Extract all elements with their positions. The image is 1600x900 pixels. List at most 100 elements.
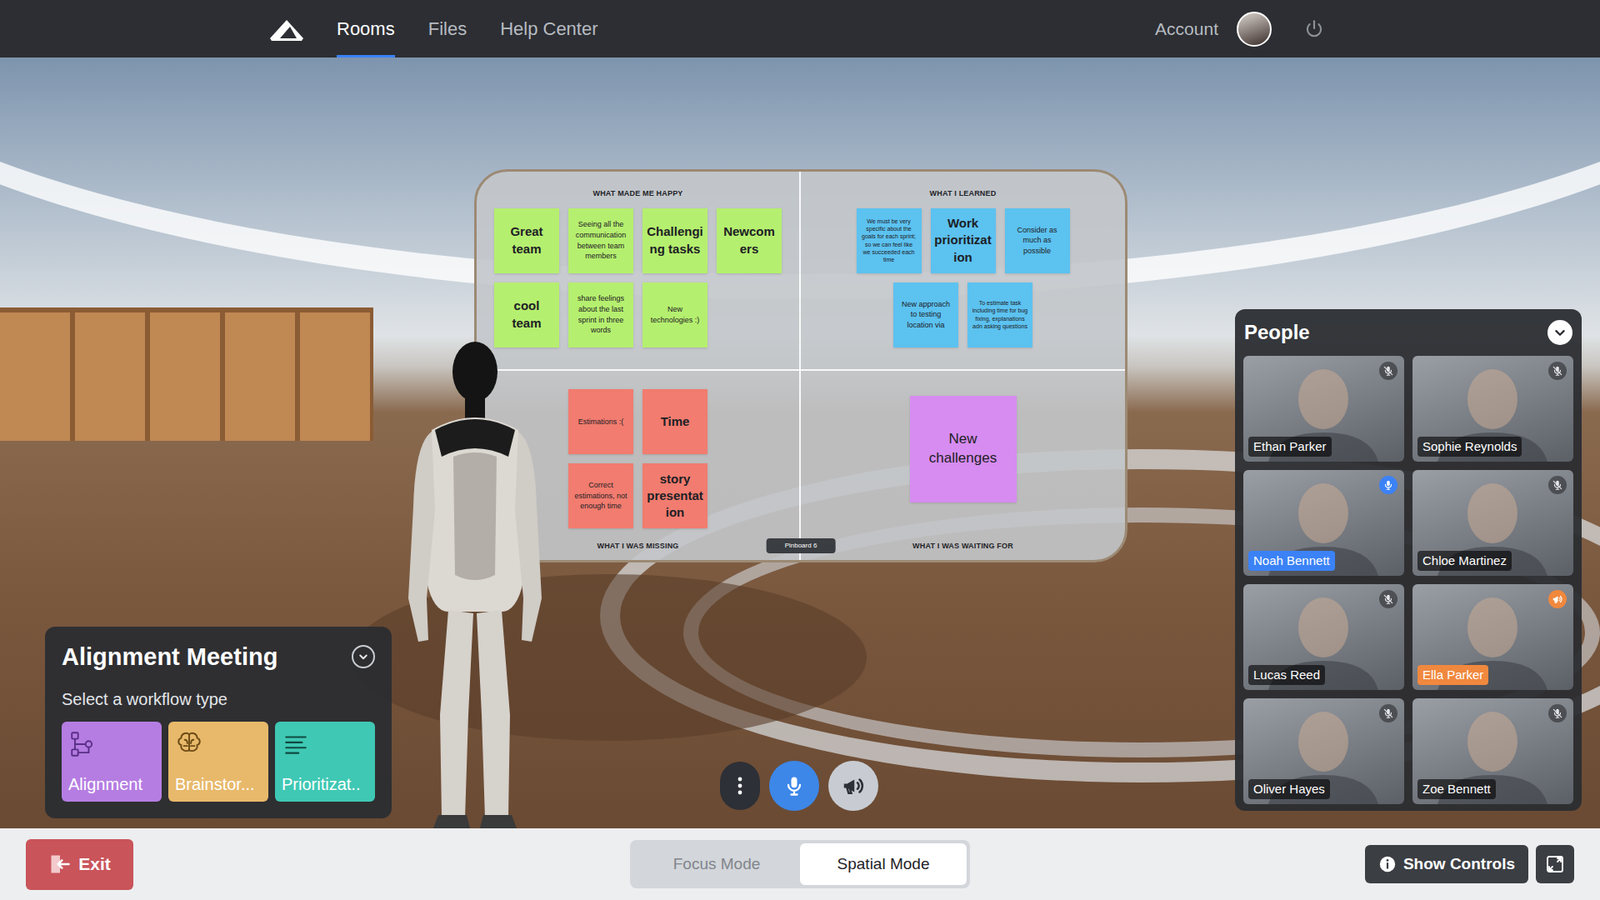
participant-grid: Ethan Parker Sophie Reynolds Noah Bennett C… <box>1243 355 1574 805</box>
participant-tile[interactable]: Noah Bennett <box>1243 470 1405 576</box>
pinboard[interactable]: WHAT MADE ME HAPPY Great team Seeing all t… <box>474 169 1128 563</box>
meeting-panel: Alignment Meeting Select a workflow type A… <box>45 626 392 819</box>
participant-name: Oliver Hayes <box>1248 779 1330 800</box>
note-text: To estimate task including time for bug … <box>971 299 1029 330</box>
muted-microphone-icon <box>1548 361 1567 380</box>
megaphone-icon[interactable] <box>828 760 879 811</box>
sticky-note[interactable]: To estimate task including time for bug … <box>967 282 1033 348</box>
account-link[interactable]: Account <box>1155 15 1219 43</box>
participant-name: Zoe Bennett <box>1417 779 1496 800</box>
note-text: story presentation <box>645 470 705 522</box>
mode-button[interactable]: Spatial Mode <box>800 843 967 886</box>
pinboard-quadrant: WHAT I LEARNED We must be very specific a… <box>800 171 1125 371</box>
brainstorm-icon <box>175 730 204 759</box>
sticky-note[interactable]: We must be very specific about the goals… <box>856 208 922 274</box>
sticky-note[interactable]: Seeing all the communication between tea… <box>568 208 634 274</box>
workflow-card[interactable]: Alignment <box>61 721 162 802</box>
chevron-icon[interactable] <box>351 645 375 669</box>
workflow-label: Alignment <box>68 774 155 795</box>
note-text: Consider as much as possible <box>1009 225 1066 257</box>
note-text: Newcomers <box>720 223 779 258</box>
logo-icon[interactable] <box>268 16 305 42</box>
participant-name: Noah Bennett <box>1248 550 1335 572</box>
prioritization-icon <box>281 730 310 759</box>
workflow-label: Brainstor... <box>175 774 262 795</box>
notes-group: We must be very specific about the goals… <box>856 208 1070 348</box>
footer-bar: Exit Focus ModeSpatial Mode Show Control… <box>0 828 1600 900</box>
sticky-note[interactable]: New challenges <box>910 395 1017 503</box>
show-controls-button[interactable]: Show Controls <box>1365 845 1529 884</box>
participant-tile[interactable]: Chloe Martinez <box>1412 470 1574 576</box>
workflow-card[interactable]: Prioritizat.. <box>275 721 375 802</box>
note-text: We must be very specific about the goals… <box>860 217 918 264</box>
note-text: New technologies :) <box>646 304 704 325</box>
stage <box>350 574 867 741</box>
notes-group: Estimations :( Time Correct estimations, n… <box>568 389 708 529</box>
participant-tile[interactable]: Sophie Reynolds <box>1412 355 1574 462</box>
sticky-note[interactable]: Work prioritization <box>930 208 996 274</box>
sticky-note[interactable]: Newcomers <box>716 208 782 274</box>
more-icon[interactable] <box>720 761 760 810</box>
muted-microphone-icon <box>1548 704 1567 723</box>
participant-tile[interactable]: Ella Parker <box>1412 584 1574 690</box>
participant-name: Lucas Reed <box>1248 665 1325 686</box>
user-avatar[interactable] <box>1236 11 1272 47</box>
people-title: People <box>1244 317 1310 348</box>
pinboard-grid: WHAT MADE ME HAPPY Great team Seeing all t… <box>476 171 1125 560</box>
sticky-note[interactable]: New approach to testing location via <box>893 282 959 348</box>
sticky-note[interactable]: New technologies :) <box>642 282 708 348</box>
chevron-icon[interactable] <box>1547 320 1573 345</box>
sticky-note[interactable]: Correct estimations, not enough time <box>568 463 634 529</box>
nav-tab[interactable]: Help Center <box>500 0 598 58</box>
participant-tile[interactable]: Oliver Hayes <box>1243 698 1405 805</box>
pinboard-quadrant: WHAT MADE ME HAPPY Great team Seeing all t… <box>476 171 801 371</box>
mode-button[interactable]: Focus Mode <box>633 843 800 886</box>
participant-tile[interactable]: Ethan Parker <box>1243 355 1405 462</box>
note-text: Seeing all the communication between tea… <box>572 219 630 261</box>
top-nav: Rooms Files Help Center Account <box>0 0 1600 58</box>
sticky-note[interactable]: Consider as much as possible <box>1005 208 1070 274</box>
fullscreen-icon[interactable] <box>1535 845 1575 884</box>
sticky-note[interactable]: cool team <box>494 282 560 348</box>
quadrant-title: WHAT MADE ME HAPPY <box>592 188 683 200</box>
virtual-room: WHAT MADE ME HAPPY Great team Seeing all t… <box>0 57 1600 829</box>
exit-button[interactable]: Exit <box>25 839 134 890</box>
sticky-note[interactable]: Challenging tasks <box>642 208 708 274</box>
workflow-card[interactable]: Brainstor... <box>168 721 269 802</box>
note-text: Correct estimations, not enough time <box>572 480 630 512</box>
nav-tab[interactable]: Rooms <box>336 0 395 58</box>
door-exit-icon <box>48 852 72 876</box>
meeting-header: Alignment Meeting <box>61 641 375 672</box>
sticky-note[interactable]: share feelings about the last sprint in … <box>568 282 634 348</box>
sticky-note[interactable]: Great team <box>494 208 560 274</box>
note-text: Time <box>660 413 690 430</box>
nav-tab[interactable]: Files <box>428 0 467 58</box>
participant-name: Chloe Martinez <box>1417 550 1512 572</box>
note-text: Challenging tasks <box>645 223 705 258</box>
note-text: cool team <box>497 297 556 332</box>
quadrant-title: WHAT I LEARNED <box>930 188 997 200</box>
workflow-prompt: Select a workflow type <box>61 686 375 712</box>
info-icon <box>1378 855 1397 874</box>
note-text: share feelings about the last sprint in … <box>572 293 630 335</box>
power-icon[interactable] <box>1303 18 1325 40</box>
sticky-note[interactable]: Estimations :( <box>568 389 634 455</box>
workflow-label: Prioritizat.. <box>281 774 369 795</box>
note-text: Work prioritization <box>934 215 993 266</box>
participant-name: Sophie Reynolds <box>1417 436 1522 458</box>
microphone-icon[interactable] <box>769 760 820 811</box>
alignment-icon <box>68 730 97 759</box>
megaphone-icon <box>1548 590 1567 609</box>
participant-tile[interactable]: Zoe Bennett <box>1412 698 1574 805</box>
mode-toggle: Focus ModeSpatial Mode <box>630 840 970 890</box>
sticky-note[interactable]: Time <box>642 389 708 455</box>
sticky-note[interactable]: story presentation <box>642 463 708 529</box>
people-header: People <box>1243 309 1574 356</box>
notes-group: Great team Seeing all the communication b… <box>494 208 782 348</box>
participant-name: Ethan Parker <box>1248 436 1332 458</box>
participant-name: Ella Parker <box>1417 665 1489 686</box>
avatar-figure <box>383 331 567 829</box>
note-text: Estimations :( <box>578 416 625 428</box>
participant-tile[interactable]: Lucas Reed <box>1243 584 1405 690</box>
bookshelf <box>0 307 374 441</box>
